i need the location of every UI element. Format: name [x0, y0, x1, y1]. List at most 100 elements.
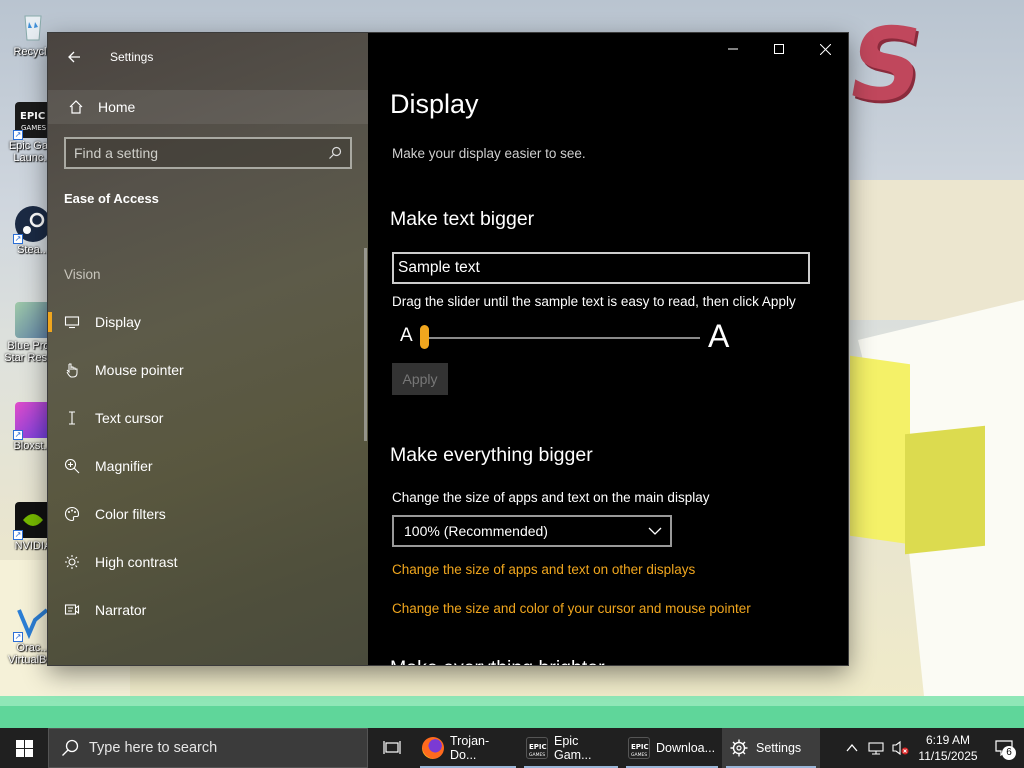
close-button[interactable] — [802, 33, 848, 65]
settings-sidebar: Settings Home Ease of Access Vision Disp… — [48, 33, 368, 665]
epic-games-icon: EPIC GAMES — [526, 737, 548, 759]
search-icon[interactable] — [328, 146, 342, 160]
bloxstrap-icon: ↗ — [13, 402, 51, 440]
nav-item-label: Color filters — [95, 506, 166, 522]
shortcut-arrow-icon: ↗ — [13, 130, 23, 140]
shortcut-arrow-icon: ↗ — [13, 430, 23, 440]
game-icon — [15, 302, 51, 338]
svg-text:EPIC: EPIC — [20, 111, 45, 122]
system-tray: 6:19 AM 11/15/2025 6 — [840, 728, 1024, 768]
taskbar-search-input[interactable] — [89, 740, 349, 756]
page-title: Display — [390, 89, 479, 119]
minimize-icon — [728, 48, 738, 50]
text-size-slider-thumb[interactable] — [420, 325, 429, 349]
display-content-pane: Display Make your display easier to see.… — [368, 33, 848, 665]
task-view-button[interactable] — [368, 728, 416, 768]
svg-text:GAMES: GAMES — [631, 752, 647, 758]
wallpaper-green-strip — [0, 696, 1024, 706]
window-controls — [710, 33, 848, 65]
taskbar-app-epic-games[interactable]: EPIC GAMES Epic Gam... — [520, 728, 622, 768]
nav-item-magnifier[interactable]: Magnifier — [48, 442, 368, 490]
virtualbox-icon: ↗ — [13, 604, 51, 642]
high-contrast-icon — [64, 554, 80, 570]
search-icon — [62, 739, 79, 756]
slider-instruction: Drag the slider until the sample text is… — [392, 294, 796, 309]
chevron-down-icon — [648, 527, 662, 535]
nav-item-label: High contrast — [95, 554, 178, 570]
clock-date: 11/15/2025 — [918, 749, 978, 763]
start-button[interactable] — [0, 728, 48, 768]
nav-item-label: Narrator — [95, 602, 147, 618]
arrow-left-icon — [68, 51, 80, 63]
find-setting-input[interactable] — [74, 145, 328, 161]
magnifier-icon — [64, 458, 80, 474]
next-section-heading: Make everything brighter — [390, 657, 605, 665]
nvidia-icon: ↗ — [13, 502, 51, 540]
wallpaper-wall — [850, 180, 1024, 320]
taskbar-app-label: Settings — [756, 741, 802, 755]
text-size-slider-row: A A — [392, 318, 832, 354]
taskbar-app-firefox[interactable]: Trojan-Do... — [416, 728, 520, 768]
nav-list: Display Mouse pointer Text cursor Magnif… — [48, 298, 368, 634]
narrator-icon — [64, 602, 80, 618]
nav-item-narrator[interactable]: Narrator — [48, 586, 368, 634]
sample-text-box: Sample text — [392, 252, 810, 284]
nav-item-label: Text cursor — [95, 410, 164, 426]
wallpaper-logo-letter: S — [839, 6, 933, 123]
wallpaper-yellow-block — [850, 355, 910, 545]
text-size-slider[interactable] — [422, 337, 700, 339]
nav-item-color-filters[interactable]: Color filters — [48, 490, 368, 538]
clock-time: 6:19 AM — [925, 733, 971, 747]
clock[interactable]: 6:19 AM 11/15/2025 — [912, 732, 984, 764]
scale-dropdown[interactable]: 100% (Recommended) — [392, 515, 672, 547]
nav-item-label: Magnifier — [95, 458, 153, 474]
cursor-settings-link[interactable]: Change the size and color of your cursor… — [392, 601, 751, 616]
maximize-button[interactable] — [756, 33, 802, 65]
network-button[interactable] — [864, 728, 888, 768]
settings-window: Settings Home Ease of Access Vision Disp… — [48, 33, 848, 665]
volume-button[interactable] — [888, 728, 912, 768]
svg-text:EPIC: EPIC — [631, 743, 649, 751]
page-subtitle: Make your display easier to see. — [392, 146, 586, 161]
scale-selected-value: 100% (Recommended) — [404, 523, 548, 539]
steam-icon: ↗ — [13, 206, 51, 244]
minimize-button[interactable] — [710, 33, 756, 65]
task-view-icon — [383, 741, 401, 754]
other-displays-link[interactable]: Change the size of apps and text on othe… — [392, 562, 695, 577]
nav-item-text-cursor[interactable]: Text cursor — [48, 394, 368, 442]
svg-text:EPIC: EPIC — [529, 743, 547, 751]
category-title: Ease of Access — [64, 191, 159, 206]
vision-group-label: Vision — [64, 267, 101, 282]
nav-item-display[interactable]: Display — [48, 298, 368, 346]
epic-games-icon: EPIC GAMES ↗ — [13, 102, 51, 140]
scale-label: Change the size of apps and text on the … — [392, 490, 710, 505]
nav-item-mouse-pointer[interactable]: Mouse pointer — [48, 346, 368, 394]
gear-icon — [728, 737, 750, 759]
slider-large-a: A — [708, 318, 730, 354]
nav-item-label: Display — [95, 314, 141, 330]
svg-text:GAMES: GAMES — [21, 124, 47, 132]
taskbar-app-label: Epic Gam... — [554, 734, 592, 762]
maximize-icon — [774, 44, 784, 54]
nav-item-high-contrast[interactable]: High contrast — [48, 538, 368, 586]
shortcut-arrow-icon: ↗ — [13, 632, 23, 642]
taskbar-app-label: Downloa... — [656, 741, 716, 755]
volume-muted-icon — [892, 740, 909, 756]
close-icon — [819, 43, 831, 55]
nav-item-label: Mouse pointer — [95, 362, 184, 378]
taskbar-app-settings[interactable]: Settings — [722, 728, 820, 768]
make-everything-bigger-heading: Make everything bigger — [390, 444, 593, 466]
show-hidden-icons-button[interactable] — [840, 728, 864, 768]
back-button[interactable] — [62, 45, 86, 69]
home-label: Home — [98, 99, 136, 115]
network-icon — [868, 742, 884, 755]
apply-button[interactable]: Apply — [392, 363, 448, 395]
shortcut-arrow-icon: ↗ — [13, 234, 23, 244]
wallpaper-yellow-block-2 — [905, 425, 985, 555]
wallpaper-green-floor — [0, 706, 1024, 728]
mouse-pointer-icon — [64, 362, 80, 378]
sidebar-scrollbar[interactable] — [364, 248, 367, 441]
taskbar-app-download[interactable]: EPIC GAMES Downloa... — [622, 728, 722, 768]
home-nav-item[interactable]: Home — [48, 90, 368, 124]
action-center-button[interactable]: 6 — [984, 728, 1024, 768]
